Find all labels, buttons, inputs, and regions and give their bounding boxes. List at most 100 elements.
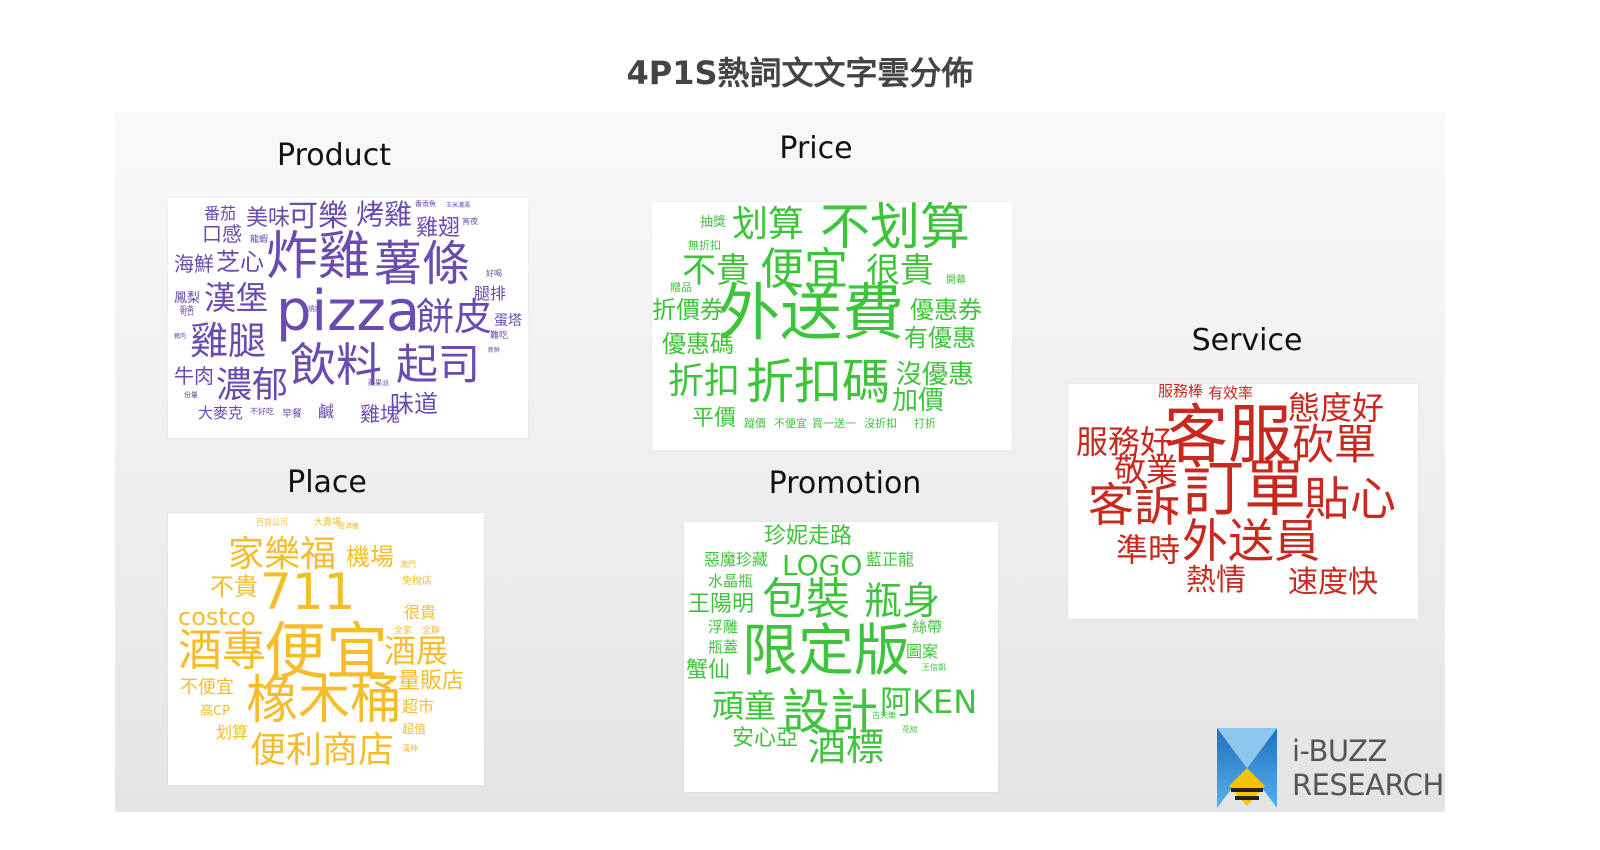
price-cloud-word: 有優惠 [904,324,976,352]
service-cloud-word: 客訴 [1088,478,1180,532]
product-cloud-word: 蘋果派 [368,379,389,387]
product-cloud-word: 炸雞 [266,227,371,287]
ibuzz-logo-text: i-BUZZ RESEARCH [1292,734,1444,802]
place-cloud-word: 經濟艙 [338,522,359,530]
price-cloud-word: 外送費 [718,276,905,349]
price-cloud-word: 折扣 [668,361,741,402]
promotion-cloud-word: 古天樂 [872,711,896,720]
product-cloud-word: pizza [276,279,421,344]
price-cloud-word: 不便宜 [774,417,807,430]
service-cloud-word: 訂單 [1182,452,1307,525]
promotion-cloud-word: 王信凱 [922,663,946,672]
promotion-cloud-word: 瓶蓋 [708,638,739,656]
product-cloud-word: 烤雞 [356,198,413,231]
logo-line-1: i-BUZZ [1292,734,1387,768]
product-label: Product [277,138,391,173]
product-word-cloud: 番茄 美味 可樂 烤雞 番香魚 玉米濃湯 口感 龍蝦 雞翅 宵夜 海鮮 芝心 炸雞 薯條 好喝 鳳梨 奶茶 燒肉腿… [168,198,528,438]
promotion-cloud-word: 水晶瓶 [708,572,754,590]
price-cloud-word: 加價 [892,386,945,416]
place-cloud-word: 很貴 [404,603,437,622]
service-cloud-word: 外送員 [1182,514,1320,568]
product-cloud-word: 濃郁 [216,365,289,406]
service-cloud-word: 熱情 [1186,563,1246,598]
promotion-cloud-word: 限定版 [742,619,910,684]
promotion-word-cloud: 珍妮走路 惡魔珍藏 LOGO 藍正龍 水晶瓶 王陽明 包裝 瓶身 浮雕 絲帶 瓶蓋 限定版 圖案 王信凱蟹… [684,522,998,792]
promotion-cloud-word: 瓶身 [864,579,941,623]
product-cloud-word: 口感 [202,222,242,246]
price-cloud-word: 無折扣 [688,239,721,252]
product-cloud-word: 芝心 [216,248,264,276]
product-cloud-word: 雞腿 [190,319,267,363]
price-cloud-word: 平價 [692,406,737,431]
price-word-cloud: 抽獎 划算 不划算 無折扣 不貴 便宜 很貴 開幕 贈品 折價券 外送費 優惠券 優惠碼 有優惠 折扣 折扣碼… [652,202,1012,450]
place-cloud-word: 不便宜 [180,677,234,698]
product-cloud-word: 蛋塔 [494,313,522,329]
price-cloud-word: 折扣碼 [746,354,891,410]
place-cloud-word: 漢神 [402,744,418,753]
logo-line-2: RESEARCH [1292,768,1444,803]
price-cloud-word: 優惠碼 [662,330,734,358]
place-cloud-word: 不貴 [210,573,258,601]
service-label: Service [1191,323,1303,358]
price-cloud-word: 打折 [914,417,936,430]
place-word-cloud: 百貨公司 大賣場 經濟艙 家樂福 機場 澳門 不貴 711 免稅店 costco 很貴 全家 全聯 酒專便… [168,513,484,785]
place-cloud-word: 免稅店 [402,576,432,587]
price-cloud-word: 折價券 [652,296,724,324]
product-cloud-word: 味道 [390,390,438,418]
product-cloud-word: 份量 [184,391,198,399]
place-label: Place [287,465,367,500]
service-word-cloud: 服務棒 有效率 態度好 服務好 客服 砍單 敬業 客訴 訂單 貼心 準時 外送員 熱情 速度快 [1068,384,1418,619]
product-cloud-word: 番茄 [204,204,237,223]
place-cloud-word: 橡木桶 [246,671,403,731]
product-cloud-word: 玉米濃湯 [446,202,471,209]
place-cloud-word: 超市 [402,697,435,716]
product-cloud-word: 起司 [396,340,481,389]
place-cloud-word: 711 [260,563,356,621]
promotion-cloud-word: 酒標 [808,725,885,769]
place-cloud-word: 量販店 [398,669,465,694]
promotion-cloud-word: 絲帶 [912,618,943,636]
product-cloud-word: 大麥克 [198,404,244,422]
promotion-cloud-word: 圖案 [906,642,939,661]
price-cloud-word: 蹤價 [744,417,766,430]
product-cloud-word: 豬肉 [174,333,187,340]
product-cloud-word: 海鮮 [174,252,214,276]
place-cloud-word: 大賣場 [314,518,342,528]
place-cloud-word: 高CP [200,704,230,719]
price-cloud-word: 開幕 [946,275,966,286]
place-cloud-word: 酒展 [384,632,449,670]
product-cloud-word: 可口 [180,309,194,317]
product-cloud-word: 早餐 [282,409,302,420]
promotion-cloud-word: 蟹仙 [686,658,731,683]
price-cloud-word: 划算 [732,204,805,245]
price-cloud-word: 沒優惠 [896,360,975,390]
product-cloud-word: 番香魚 [415,200,436,208]
place-cloud-word: 超值 [402,722,427,736]
service-cloud-word: 準時 [1116,531,1181,569]
product-cloud-word: 不好吃 [250,407,274,416]
price-cloud-word: 贈品 [670,281,692,294]
promotion-label: Promotion [768,466,922,501]
price-label: Price [779,131,853,166]
promotion-cloud-word: 惡魔珍藏 [704,550,769,569]
product-cloud-word: 餅皮 [416,295,493,339]
promotion-cloud-word: 安心亞 [732,726,799,751]
price-cloud-word: 沒折扣 [864,417,897,430]
product-cloud-word: 鹹 [318,402,335,421]
product-cloud-word: 難吃 [490,331,509,341]
product-cloud-word: 鳳梨 [174,291,201,306]
product-cloud-word: 牛肉 [174,364,214,388]
place-cloud-word: 便利商店 [250,730,395,771]
place-cloud-word: 澳門 [400,560,416,569]
place-cloud-word: 百貨公司 [256,518,288,527]
promotion-cloud-word: 珍妮走路 [764,524,853,549]
price-cloud-word: 抽獎 [700,215,727,230]
promotion-cloud-word: 浮雕 [708,618,739,636]
service-cloud-word: 速度快 [1288,565,1378,600]
promotion-cloud-word: 花紋 [902,725,918,734]
service-cloud-word: 服務棒 [1158,384,1204,400]
product-cloud-word: 漢堡 [204,279,269,317]
place-cloud-word: 酒專 [178,625,266,676]
product-cloud-word: 好喝 [486,269,502,278]
product-cloud-word: 宵夜 [462,217,478,226]
